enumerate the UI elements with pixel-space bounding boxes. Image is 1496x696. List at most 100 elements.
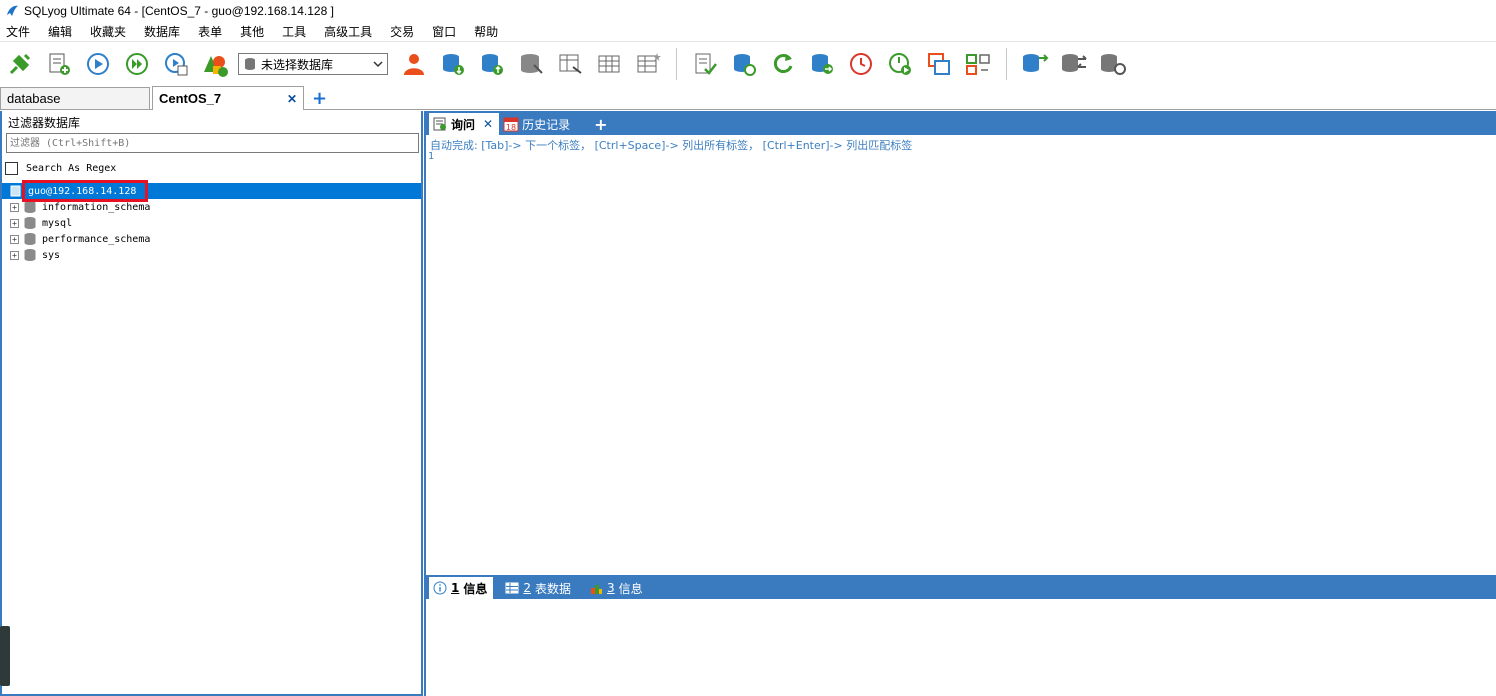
- table-grid-button[interactable]: [593, 48, 625, 80]
- tab-messages-number: 1: [451, 581, 460, 595]
- regex-label: Search As Regex: [26, 162, 117, 174]
- database-tool-button[interactable]: [515, 48, 547, 80]
- filter-title: 过滤器数据库: [8, 115, 81, 130]
- database-select[interactable]: 未选择数据库: [238, 53, 388, 75]
- add-connection-tab-button[interactable]: +: [312, 89, 327, 109]
- table-grid-icon: [598, 55, 620, 73]
- tab-history[interactable]: 18 历史记录 +: [499, 113, 613, 135]
- scheduler-button[interactable]: [845, 48, 877, 80]
- menu-table[interactable]: 表单: [196, 23, 224, 40]
- database-tree: guo@192.168.14.128 + information_schema …: [2, 180, 421, 263]
- refresh-button[interactable]: [767, 48, 799, 80]
- menu-database[interactable]: 数据库: [142, 23, 182, 40]
- database-sync-icon: [734, 54, 756, 76]
- database-download-icon: [443, 54, 464, 75]
- execute-all-button[interactable]: [121, 48, 153, 80]
- fast-forward-icon: [126, 53, 148, 75]
- menu-window[interactable]: 窗口: [430, 23, 458, 40]
- play-grid-icon: [165, 53, 188, 76]
- refresh-icon: [773, 54, 793, 73]
- menu-file[interactable]: 文件: [4, 23, 32, 40]
- menu-other[interactable]: 其他: [238, 23, 266, 40]
- filter-input[interactable]: [6, 133, 419, 153]
- expand-icon[interactable]: +: [10, 202, 19, 212]
- sync-database-button[interactable]: [728, 48, 760, 80]
- calendar-icon: 18: [503, 117, 519, 132]
- close-icon[interactable]: ✕: [287, 92, 297, 106]
- database-transfer-icon: [1023, 54, 1049, 72]
- expand-icon[interactable]: +: [10, 250, 19, 260]
- import-export-button[interactable]: [1097, 48, 1129, 80]
- expand-icon[interactable]: +: [10, 218, 19, 228]
- regex-option[interactable]: Search As Regex: [2, 160, 421, 176]
- copy-database-button[interactable]: [806, 48, 838, 80]
- tab-history-label: 历史记录: [522, 117, 571, 132]
- database-icon: [245, 58, 255, 70]
- table-data-button[interactable]: [632, 48, 664, 80]
- menu-edit[interactable]: 编辑: [46, 23, 74, 40]
- tab-info[interactable]: 3 信息: [585, 577, 649, 599]
- regex-checkbox[interactable]: [5, 161, 18, 175]
- expand-icon[interactable]: +: [10, 234, 19, 244]
- line-number: 1: [428, 151, 435, 162]
- tree-item-label: information_schema: [42, 201, 151, 213]
- toolbar: 未选择数据库: [0, 43, 1496, 85]
- tab-table-data[interactable]: 2 表数据: [501, 577, 577, 599]
- new-query-icon: [49, 53, 70, 75]
- new-query-button[interactable]: [43, 48, 75, 80]
- tree-item-database[interactable]: + mysql: [2, 215, 421, 231]
- menu-favorites[interactable]: 收藏夹: [88, 23, 128, 40]
- toolbar-separator: [676, 48, 677, 80]
- add-query-tab-button[interactable]: +: [594, 115, 607, 134]
- database-icon: [24, 249, 36, 261]
- database-icon: [24, 201, 36, 213]
- title-bar: SQLyog Ultimate 64 - [CentOS_7 - guo@192…: [0, 0, 1496, 22]
- table-tool-button[interactable]: [554, 48, 586, 80]
- windows-icon: [928, 53, 950, 75]
- plug-icon: [9, 53, 31, 75]
- window-layout-button[interactable]: [923, 48, 955, 80]
- database-icon: [24, 217, 36, 229]
- execute-query-button[interactable]: [82, 48, 114, 80]
- connection-tab-bar: database CentOS_7 ✕ +: [0, 86, 1496, 110]
- close-icon[interactable]: ✕: [483, 117, 493, 131]
- menu-help[interactable]: 帮助: [472, 23, 500, 40]
- tree-item-database[interactable]: + performance_schema: [2, 231, 421, 247]
- play-icon: [87, 53, 109, 75]
- tree-item-database[interactable]: + sys: [2, 247, 421, 263]
- tab-messages[interactable]: 1 信息: [429, 577, 494, 599]
- compare-button[interactable]: [962, 48, 994, 80]
- user-manager-button[interactable]: [398, 48, 430, 80]
- object-browser: 过滤器数据库 Search As Regex guo@192.168.14.12…: [0, 111, 423, 696]
- user-icon: [404, 54, 424, 75]
- menu-advanced-tools[interactable]: 高级工具: [322, 23, 374, 40]
- database-icon: [24, 233, 36, 245]
- database-exchange-icon: [1062, 54, 1087, 72]
- tree-root-connection[interactable]: guo@192.168.14.128: [2, 180, 421, 202]
- menu-tools[interactable]: 工具: [280, 23, 308, 40]
- tree-item-label: mysql: [42, 217, 73, 229]
- tab-centos-7[interactable]: CentOS_7 ✕: [152, 86, 304, 110]
- query-icon: [433, 117, 446, 131]
- calendar-day: 18: [506, 123, 516, 132]
- tab-database-label: database: [7, 91, 61, 106]
- tab-messages-label: 信息: [463, 581, 488, 596]
- query-editor-panel: 询问 ✕ 18 历史记录 + 自动完成: [Tab]-> 下一个标签， [Ctr…: [424, 111, 1496, 696]
- menu-transactions[interactable]: 交易: [388, 23, 416, 40]
- new-connection-button[interactable]: [4, 48, 36, 80]
- schema-sync-button[interactable]: [1019, 48, 1051, 80]
- sql-check-button[interactable]: [689, 48, 721, 80]
- backup-database-button[interactable]: [437, 48, 469, 80]
- history-run-button[interactable]: [884, 48, 916, 80]
- info-icon: [433, 581, 447, 595]
- execute-edit-button[interactable]: [160, 48, 192, 80]
- tab-query[interactable]: 询问 ✕: [429, 113, 500, 135]
- schema-designer-button[interactable]: [199, 48, 231, 80]
- compare-icon: [966, 54, 990, 75]
- clock-play-icon: [889, 53, 911, 75]
- tab-database[interactable]: database: [0, 87, 150, 109]
- database-settings-icon: [1101, 54, 1126, 75]
- data-sync-button[interactable]: [1058, 48, 1090, 80]
- restore-database-button[interactable]: [476, 48, 508, 80]
- shapes-icon: [204, 56, 228, 77]
